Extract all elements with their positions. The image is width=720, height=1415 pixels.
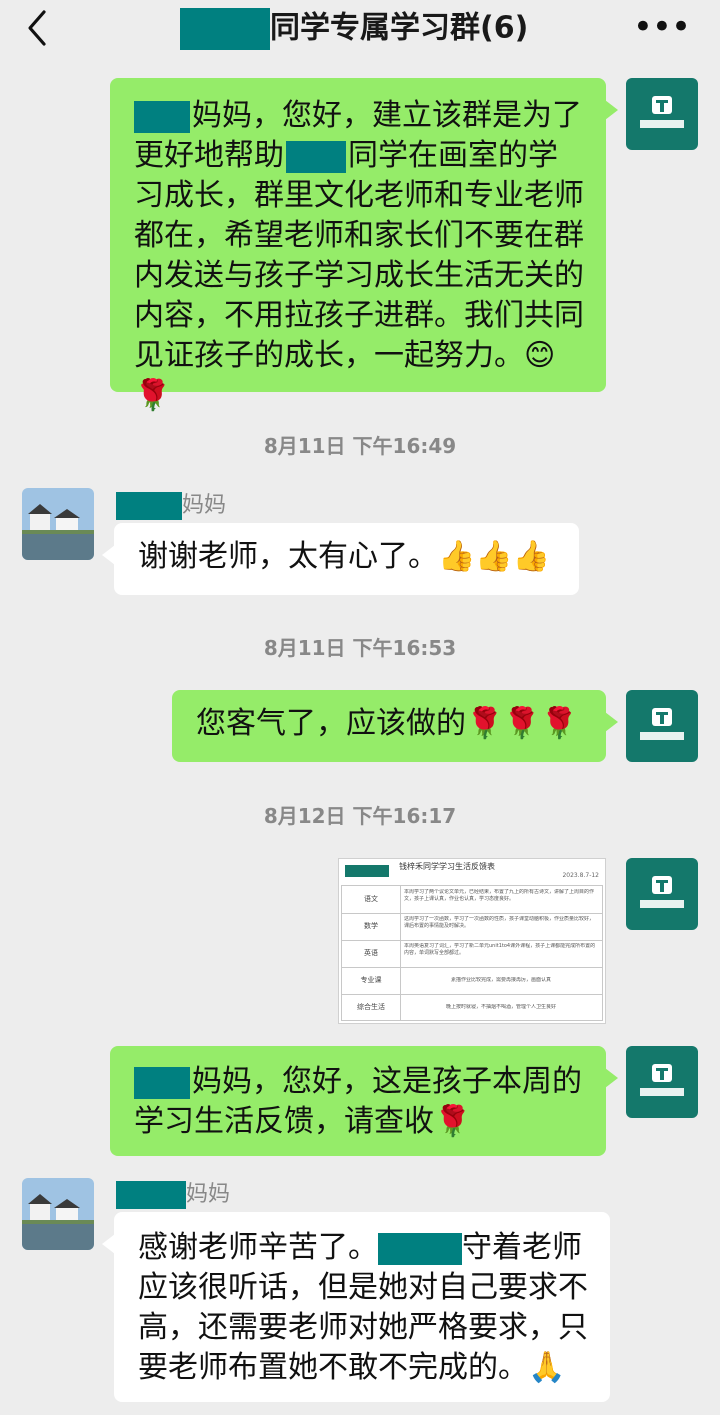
more-options-icon[interactable]: ••• bbox=[633, 10, 691, 44]
message-bubble-other[interactable]: 谢谢老师，太有心了。👍👍👍 bbox=[102, 523, 579, 595]
parent-avatar[interactable] bbox=[22, 488, 94, 560]
doc-logo bbox=[345, 865, 389, 877]
doc-row-label: 英语 bbox=[342, 940, 401, 967]
brand-logo-icon bbox=[640, 876, 684, 908]
pray-emoji: 🙏 bbox=[528, 1350, 566, 1385]
doc-row: 英语 本周英语复习了词汇，学习了新二单元unit1to4课外课程，孩子上课都能完… bbox=[342, 940, 602, 968]
doc-row-content: 这周学习了一次函数，学习了一次函数的性质，孩子课堂动脑积极，作业质量比较好，课后… bbox=[404, 916, 595, 929]
timestamp: 8月11日 下午16:49 bbox=[263, 434, 457, 458]
redacted-name bbox=[378, 1232, 462, 1265]
doc-date: 2023.8.7-12 bbox=[562, 872, 599, 879]
group-title: 同学专属学习群(6) bbox=[180, 8, 528, 50]
teacher-avatar[interactable] bbox=[626, 690, 698, 762]
doc-title: 钱梓禾同学学习生活反馈表 bbox=[399, 862, 495, 871]
teacher-avatar[interactable] bbox=[626, 858, 698, 930]
message-bubble-other[interactable]: 感谢老师辛苦了。 守着老师应该很听话，但是她对自己要求不高，还需要老师对她严格要求… bbox=[102, 1212, 610, 1402]
landscape-photo-icon bbox=[22, 488, 94, 560]
brand-logo-icon bbox=[640, 708, 684, 740]
doc-row-content: 素描作业比较完成，需要再接再厉，画面认真 bbox=[450, 977, 551, 983]
thumbs-up-emoji: 👍👍👍 bbox=[438, 539, 551, 574]
doc-table: 语文 本周学习了两个议论文单元，已经结束，布置了九上的所有古诗文，讲解了上周目的… bbox=[341, 885, 603, 1021]
chat-header: 同学专属学习群(6) ••• bbox=[0, 0, 720, 68]
doc-row: 数学 这周学习了一次函数，学习了一次函数的性质，孩子课堂动脑积极，作业质量比较好… bbox=[342, 913, 602, 941]
rose-emoji: 🌹🌹🌹 bbox=[466, 706, 579, 741]
doc-row-content: 晚上按时就寝，不抽烟不喝酒，管理个人卫生良好 bbox=[445, 1004, 556, 1010]
brand-logo-icon bbox=[640, 1064, 684, 1096]
timestamp: 8月11日 下午16:53 bbox=[263, 636, 457, 660]
rose-emoji: 🌹 bbox=[434, 1104, 472, 1139]
redacted-name bbox=[116, 492, 182, 520]
doc-row-content: 本周学习了两个议论文单元，已经结束，布置了九上的所有古诗文，讲解了上周目的作文，… bbox=[404, 889, 595, 902]
redacted-name bbox=[116, 1181, 186, 1209]
redacted-name bbox=[134, 100, 190, 133]
doc-row-label: 综合生活 bbox=[342, 994, 401, 1020]
timestamp: 8月12日 下午16:17 bbox=[263, 804, 457, 828]
back-chevron-icon[interactable] bbox=[20, 8, 54, 48]
doc-row: 语文 本周学习了两个议论文单元，已经结束，布置了九上的所有古诗文，讲解了上周目的… bbox=[342, 886, 602, 914]
landscape-photo-icon bbox=[22, 1178, 94, 1250]
sender-name: 妈妈 bbox=[116, 492, 226, 520]
brand-logo-icon bbox=[640, 96, 684, 128]
doc-row-label: 专业课 bbox=[342, 967, 401, 994]
sender-name: 妈妈 bbox=[116, 1181, 230, 1209]
doc-row: 综合生活 晚上按时就寝，不抽烟不喝酒，管理个人卫生良好 bbox=[342, 994, 602, 1020]
message-bubble-self[interactable]: 您客气了，应该做的🌹🌹🌹 bbox=[172, 690, 618, 762]
parent-avatar[interactable] bbox=[22, 1178, 94, 1250]
teacher-avatar[interactable] bbox=[626, 78, 698, 150]
doc-row-label: 语文 bbox=[342, 886, 401, 913]
message-bubble-self[interactable]: 妈妈，您好，建立该群是为了更好地帮助 同学在画室的学习成长，群里文化老师和专业老师… bbox=[110, 78, 618, 413]
message-bubble-self[interactable]: 妈妈，您好，这是孩子本周的学习生活反馈，请查收🌹 bbox=[110, 1046, 618, 1156]
redacted-name bbox=[286, 140, 346, 173]
doc-row: 专业课 素描作业比较完成，需要再接再厉，画面认真 bbox=[342, 967, 602, 995]
doc-row-label: 数学 bbox=[342, 913, 401, 940]
redacted-name bbox=[180, 8, 270, 50]
teacher-avatar[interactable] bbox=[626, 1046, 698, 1118]
doc-row-content: 本周英语复习了词汇，学习了新二单元unit1to4课外课程，孩子上课都能完成所布… bbox=[404, 943, 596, 956]
redacted-name bbox=[134, 1066, 190, 1099]
feedback-form-image[interactable]: 钱梓禾同学学习生活反馈表 2023.8.7-12 语文 本周学习了两个议论文单元… bbox=[338, 858, 606, 1024]
doc-header: 钱梓禾同学学习生活反馈表 2023.8.7-12 bbox=[339, 859, 605, 883]
